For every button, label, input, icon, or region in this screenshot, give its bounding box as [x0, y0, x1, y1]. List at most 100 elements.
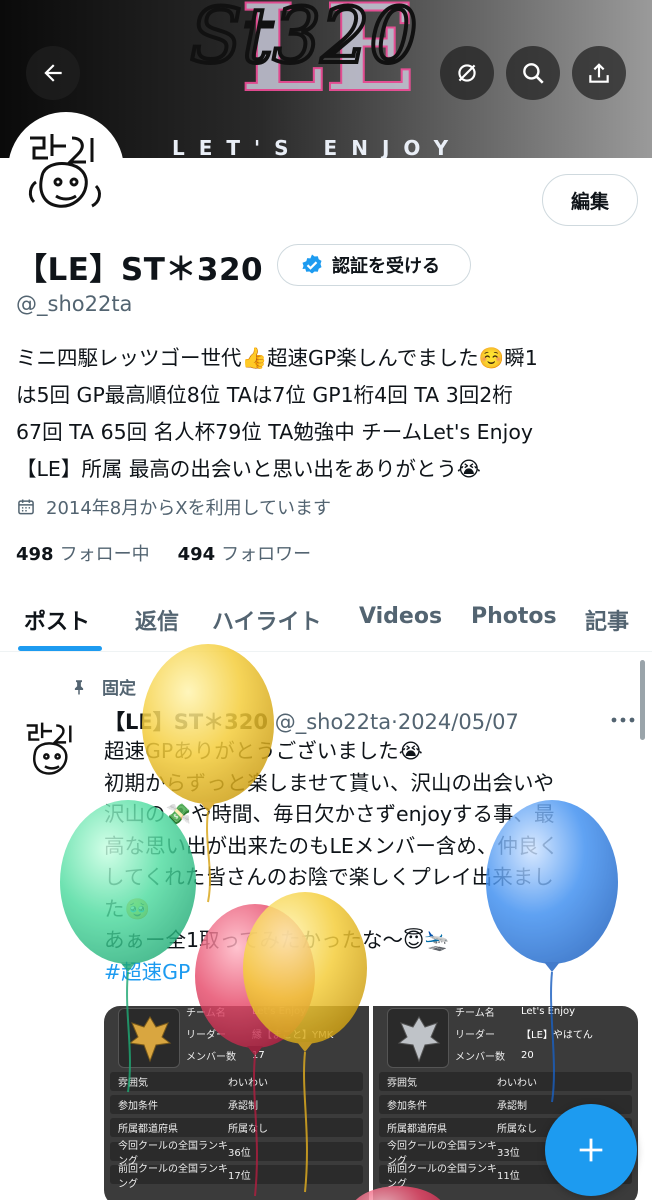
bio-line: ミニ四駆レッツゴー世代👍超速GP楽しんでました☺️瞬1 [16, 346, 538, 370]
info-key: メンバー数 [186, 1052, 236, 1063]
bio-line: は5回 GP最高順位8位 TAは7位 GP1桁4回 TA 3回2桁 [16, 383, 513, 407]
tab-videos[interactable]: Videos [359, 604, 442, 629]
compose-post-button[interactable] [545, 1104, 637, 1196]
more-options-icon[interactable] [610, 716, 636, 724]
calendar-icon [18, 499, 34, 515]
info-key: 前回クールの全国ランキング [118, 1163, 228, 1190]
tweet-author-handle[interactable]: @_sho22ta [275, 710, 391, 734]
info-value: Let's Enjoy [521, 1006, 576, 1017]
team-emblem [118, 1008, 180, 1068]
info-value: 承認制 [228, 1101, 258, 1112]
info-value: 承認制 [497, 1101, 527, 1112]
share-button[interactable] [572, 46, 626, 100]
info-value: Let's Enjoy [252, 1006, 307, 1017]
following-label: フォロー中 [59, 544, 150, 565]
tab-replies[interactable]: 返信 [135, 604, 179, 636]
info-value: 11位 [497, 1171, 520, 1182]
media-image-left[interactable]: チーム名 Let's Enjoy リーダー 縁【まこと】YMK メンバー数 17 雰囲… [104, 1006, 369, 1200]
tweet-header: 【LE】ST＊320 @_sho22ta·2024/05/07 [104, 706, 519, 736]
verified-badge-icon [302, 254, 322, 274]
following-count: 498 [16, 544, 54, 565]
tweet-line: 初期からずっと楽しませて貰い、沢山の出会いや [104, 770, 554, 795]
info-row: メンバー数 17 [180, 1046, 265, 1065]
svg-text:St320: St320 [190, 0, 418, 80]
tweet-date[interactable]: 2024/05/07 [398, 710, 519, 734]
info-key: 雰囲気 [118, 1078, 148, 1089]
search-button[interactable] [506, 46, 560, 100]
profile-tabs: ポスト 返信 ハイライト Videos Photos 記事 [0, 588, 652, 652]
share-icon [589, 63, 609, 83]
tweet-line: あぁー全1取ってみたかったな〜😇🛬 [104, 928, 450, 952]
info-bar: 参加条件 承認制 [110, 1095, 363, 1114]
mute-button[interactable] [440, 46, 494, 100]
info-value: 縁【まこと】YMK [252, 1030, 334, 1041]
info-key: 雰囲気 [387, 1078, 417, 1089]
info-value: 【LE】やはてん [521, 1030, 593, 1041]
edit-profile-button[interactable]: 編集 [542, 174, 638, 226]
tweet-line: た🥹 [104, 896, 151, 921]
tab-posts[interactable]: ポスト [24, 604, 90, 636]
info-key: チーム名 [455, 1008, 495, 1019]
team-emblem [387, 1008, 449, 1068]
display-name: 【LE】ST＊320 [16, 252, 264, 288]
info-bar: 雰囲気 わいわい [379, 1072, 632, 1091]
info-key: 所属都道府県 [118, 1124, 178, 1135]
info-value: 17 [252, 1050, 265, 1061]
plus-icon [579, 1138, 603, 1162]
info-key: 参加条件 [387, 1101, 427, 1112]
user-handle: @_sho22ta [16, 292, 133, 316]
info-row: チーム名 Let's Enjoy [180, 1006, 306, 1021]
tweet-author-avatar[interactable] [14, 710, 90, 786]
tweet-line: してくれた皆さんのお陰で楽しくプレイ出来まし [104, 865, 554, 889]
info-bar: 今回クールの全国ランキング 36位 [110, 1141, 363, 1167]
info-key: チーム名 [186, 1008, 226, 1019]
info-value: 所属なし [228, 1124, 268, 1135]
info-key: 前回クールの全国ランキング [387, 1163, 497, 1190]
tab-articles[interactable]: 記事 [585, 604, 629, 636]
scrollbar[interactable] [640, 660, 645, 740]
get-verified-label: 認証を受ける [332, 256, 440, 277]
followers-label: フォロワー [221, 544, 312, 565]
pinned-label: 固定 [102, 679, 136, 699]
tweet-line: 高な思い出が出来たのもLEメンバー含め、仲良く [104, 833, 559, 858]
info-key: リーダー [186, 1030, 226, 1041]
get-verified-button[interactable]: 認証を受ける [277, 244, 471, 286]
info-value: わいわい [228, 1078, 268, 1089]
avatar-drawing [26, 722, 72, 775]
info-value: 20 [521, 1050, 534, 1061]
info-row: リーダー 縁【まこと】YMK [180, 1024, 333, 1043]
followers-link[interactable]: 494 フォロワー [178, 540, 312, 566]
profile-avatar[interactable] [8, 112, 124, 228]
info-value: 36位 [228, 1148, 251, 1159]
tweet-author-name[interactable]: 【LE】ST＊320 [104, 710, 268, 734]
tab-highlights[interactable]: ハイライト [212, 604, 322, 636]
followers-count: 494 [177, 544, 216, 565]
info-row: メンバー数 20 [449, 1046, 534, 1065]
eagle-emblem-icon [128, 1016, 172, 1063]
info-value: 所属なし [497, 1124, 537, 1135]
info-bar: 前回クールの全国ランキング 17位 [110, 1164, 363, 1190]
info-value: 17位 [228, 1171, 251, 1182]
tweet-meta-separator: · [391, 710, 398, 734]
info-row: リーダー 【LE】やはてん [449, 1024, 593, 1043]
info-key: 所属都道府県 [387, 1124, 447, 1135]
info-bar: 雰囲気 わいわい [110, 1072, 363, 1091]
pinned-indicator: 固定 [70, 674, 136, 699]
tweet-line: 超速GPありがとうございました😭 [104, 739, 423, 763]
info-row: チーム名 Let's Enjoy [449, 1006, 575, 1021]
hashtag-link[interactable]: #超速GP [104, 957, 634, 989]
banner-tagline: LET'S ENJOY [172, 136, 463, 158]
info-key: リーダー [455, 1030, 495, 1041]
info-key: 参加条件 [118, 1101, 158, 1112]
arrow-left-icon [44, 64, 62, 82]
avatar-drawing [28, 134, 101, 208]
tweet-text: 超速GPありがとうございました😭 初期からずっと楽しませて貰い、沢山の出会いや … [104, 736, 634, 988]
following-link[interactable]: 498 フォロー中 [16, 540, 150, 566]
pin-icon [74, 679, 84, 694]
back-button[interactable] [26, 46, 80, 100]
tweet-line: 沢山の💸や時間、毎日欠かさずenjoyする事、最 [104, 802, 555, 826]
tab-photos[interactable]: Photos [471, 604, 557, 629]
info-key: メンバー数 [455, 1052, 505, 1063]
follow-stats: 498 フォロー中 494 フォロワー [16, 540, 311, 566]
info-bar: 所属都道府県 所属なし [110, 1118, 363, 1137]
